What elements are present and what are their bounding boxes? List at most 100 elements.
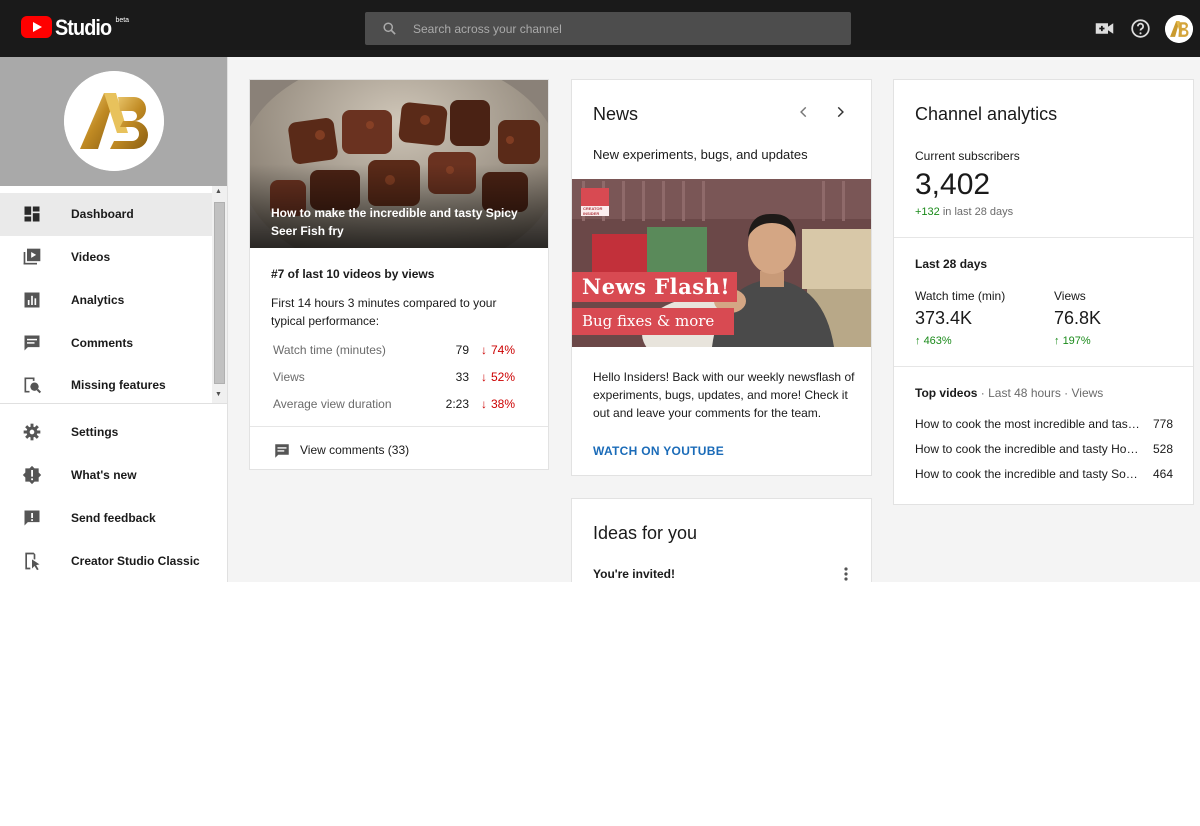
metric-change: 38% <box>490 397 515 411</box>
video-rank: #7 of last 10 videos by views <box>271 267 435 281</box>
sidebar-item-videos[interactable]: Videos <box>0 236 212 279</box>
top-videos-label: Top videos <box>915 386 978 400</box>
help-circle-icon[interactable] <box>1130 18 1151 39</box>
sidebar-item-label: Dashboard <box>71 207 134 221</box>
sidebar-item-analytics[interactable]: Analytics <box>0 279 212 322</box>
metric-row-views: Views 33 ↓ 52% <box>273 370 515 390</box>
channel-logo-icon <box>1165 15 1193 43</box>
arrow-up-icon: ↑ <box>1054 335 1060 347</box>
subscriber-change-period: in last 28 days <box>939 206 1014 218</box>
sidebar-item-creator-studio-classic[interactable]: Creator Studio Classic <box>0 540 212 583</box>
watch-time-value: 373.4K <box>915 308 973 328</box>
classic-icon <box>25 552 40 571</box>
ideas-card: Ideas for you You're invited! <box>571 498 872 582</box>
top-video-title[interactable]: How to cook the incredible and tasty Hom… <box>915 442 1143 456</box>
card-divider <box>894 237 1193 238</box>
arrow-down-icon: ↓ <box>481 370 487 384</box>
sidebar-item-label: Comments <box>71 336 134 350</box>
metric-row-avg-duration: Average view duration 2:23 ↓ 38% <box>273 397 515 417</box>
subscriber-change: +132 in last 28 days <box>915 206 1013 218</box>
youtube-play-icon <box>21 16 52 38</box>
arrow-down-icon: ↓ <box>481 343 487 357</box>
view-comments-link[interactable]: View comments (33) <box>300 443 409 457</box>
top-video-views: 528 <box>1152 442 1173 456</box>
news-flash-headline: News Flash! <box>582 274 731 299</box>
top-video-row[interactable]: How to cook the incredible and tasty Soy… <box>915 467 1173 485</box>
search-icon <box>383 22 396 35</box>
creator-insider-badge: CREATOR INSIDER <box>583 206 603 216</box>
channel-analytics-card: Channel analytics Current subscribers 3,… <box>893 79 1194 505</box>
watch-time-label: Watch time (min) <box>915 289 1006 303</box>
scroll-down-icon[interactable]: ▼ <box>215 391 222 398</box>
top-video-views: 464 <box>1152 467 1173 481</box>
arrow-down-icon: ↓ <box>481 397 487 411</box>
metric-change: 52% <box>490 370 515 384</box>
news-card: News New experiments, bugs, and updates <box>571 79 872 476</box>
sidebar-item-settings[interactable]: Settings <box>0 411 212 454</box>
channel-logo-icon <box>64 71 164 171</box>
channel-avatar[interactable] <box>64 71 164 171</box>
scroll-up-icon[interactable]: ▲ <box>215 188 222 195</box>
top-video-views: 778 <box>1152 417 1173 431</box>
account-avatar[interactable] <box>1165 15 1193 43</box>
views-change-value: 197% <box>1062 335 1091 347</box>
sidebar-item-label: Creator Studio Classic <box>71 554 200 568</box>
top-video-row[interactable]: How to cook the most incredible and tast… <box>915 417 1173 435</box>
metric-label: Average view duration <box>273 397 392 411</box>
video-title[interactable]: How to make the incredible and tasty Spi… <box>271 204 533 240</box>
dashboard-main: How to make the incredible and tasty Spi… <box>228 57 1200 582</box>
sidebar-item-label: Settings <box>71 425 119 439</box>
chevron-right-icon[interactable] <box>833 105 847 119</box>
metric-value: 79 <box>455 343 469 357</box>
sidebar-item-label: Missing features <box>71 378 166 392</box>
logo-text: Studio <box>55 15 112 40</box>
sidebar-item-whats-new[interactable]: What's new <box>0 454 212 497</box>
sidebar-item-comments[interactable]: Comments <box>0 322 212 365</box>
bug-fixes-banner: Bug fixes & more <box>572 308 734 335</box>
watch-time-change-value: 463% <box>923 335 952 347</box>
idea-item-title[interactable]: You're invited! <box>593 567 675 581</box>
bug-fixes-subline: Bug fixes & more <box>582 312 715 330</box>
sidebar-item-send-feedback[interactable]: Send feedback <box>0 497 212 540</box>
videos-icon <box>23 248 41 265</box>
sidebar-divider <box>0 403 227 404</box>
top-bar: Studio beta <box>0 0 1200 57</box>
news-image[interactable]: CREATOR INSIDER News Flash! Bug fixes & … <box>572 179 871 347</box>
gear-icon <box>23 423 41 441</box>
search-bar[interactable] <box>365 12 851 45</box>
video-thumbnail[interactable]: How to make the incredible and tasty Spi… <box>250 80 548 248</box>
top-video-title[interactable]: How to cook the incredible and tasty Soy… <box>915 467 1143 481</box>
subscriber-change-value: +132 <box>915 206 940 218</box>
sidebar-item-missing-features[interactable]: Missing features <box>0 364 212 407</box>
metric-change: 74% <box>490 343 515 357</box>
metric-value: 33 <box>455 370 469 384</box>
top-video-title[interactable]: How to cook the most incredible and tast… <box>915 417 1143 431</box>
subscriber-count: 3,402 <box>915 168 991 201</box>
sidebar-item-dashboard[interactable]: Dashboard <box>0 193 212 236</box>
views-label: Views <box>1054 289 1086 303</box>
scroll-thumb[interactable] <box>214 202 225 384</box>
top-video-row[interactable]: How to cook the incredible and tasty Hom… <box>915 442 1173 460</box>
video-camera-icon[interactable] <box>1094 18 1115 39</box>
studio-logo[interactable]: Studio beta <box>21 16 129 40</box>
watch-time-change: ↑ 463% <box>915 335 952 347</box>
missing-features-icon <box>24 377 42 394</box>
sidebar-item-label: Send feedback <box>71 511 156 525</box>
card-divider <box>894 366 1193 367</box>
chevron-left-icon[interactable] <box>797 105 811 119</box>
sidebar-scrollbar[interactable]: ▲ ▼ <box>212 186 227 403</box>
sidebar-item-label: What's new <box>71 468 137 482</box>
news-body: Hello Insiders! Back with our weekly new… <box>593 370 855 420</box>
dashboard-icon <box>24 206 40 222</box>
period-label: Last 28 days <box>915 257 988 271</box>
search-input[interactable] <box>413 12 833 45</box>
comments-icon[interactable] <box>273 442 291 460</box>
watch-on-youtube-link[interactable]: WATCH ON YOUTUBE <box>593 444 724 458</box>
ideas-title: Ideas for you <box>593 523 698 543</box>
more-vert-icon[interactable] <box>842 566 850 582</box>
sidebar-item-label: Videos <box>71 250 111 264</box>
sidebar: Dashboard Videos Analytics Comments Miss… <box>0 57 228 582</box>
metric-label: Watch time (minutes) <box>273 343 386 357</box>
news-flash-banner: News Flash! <box>572 272 737 302</box>
news-title: News <box>593 104 639 124</box>
